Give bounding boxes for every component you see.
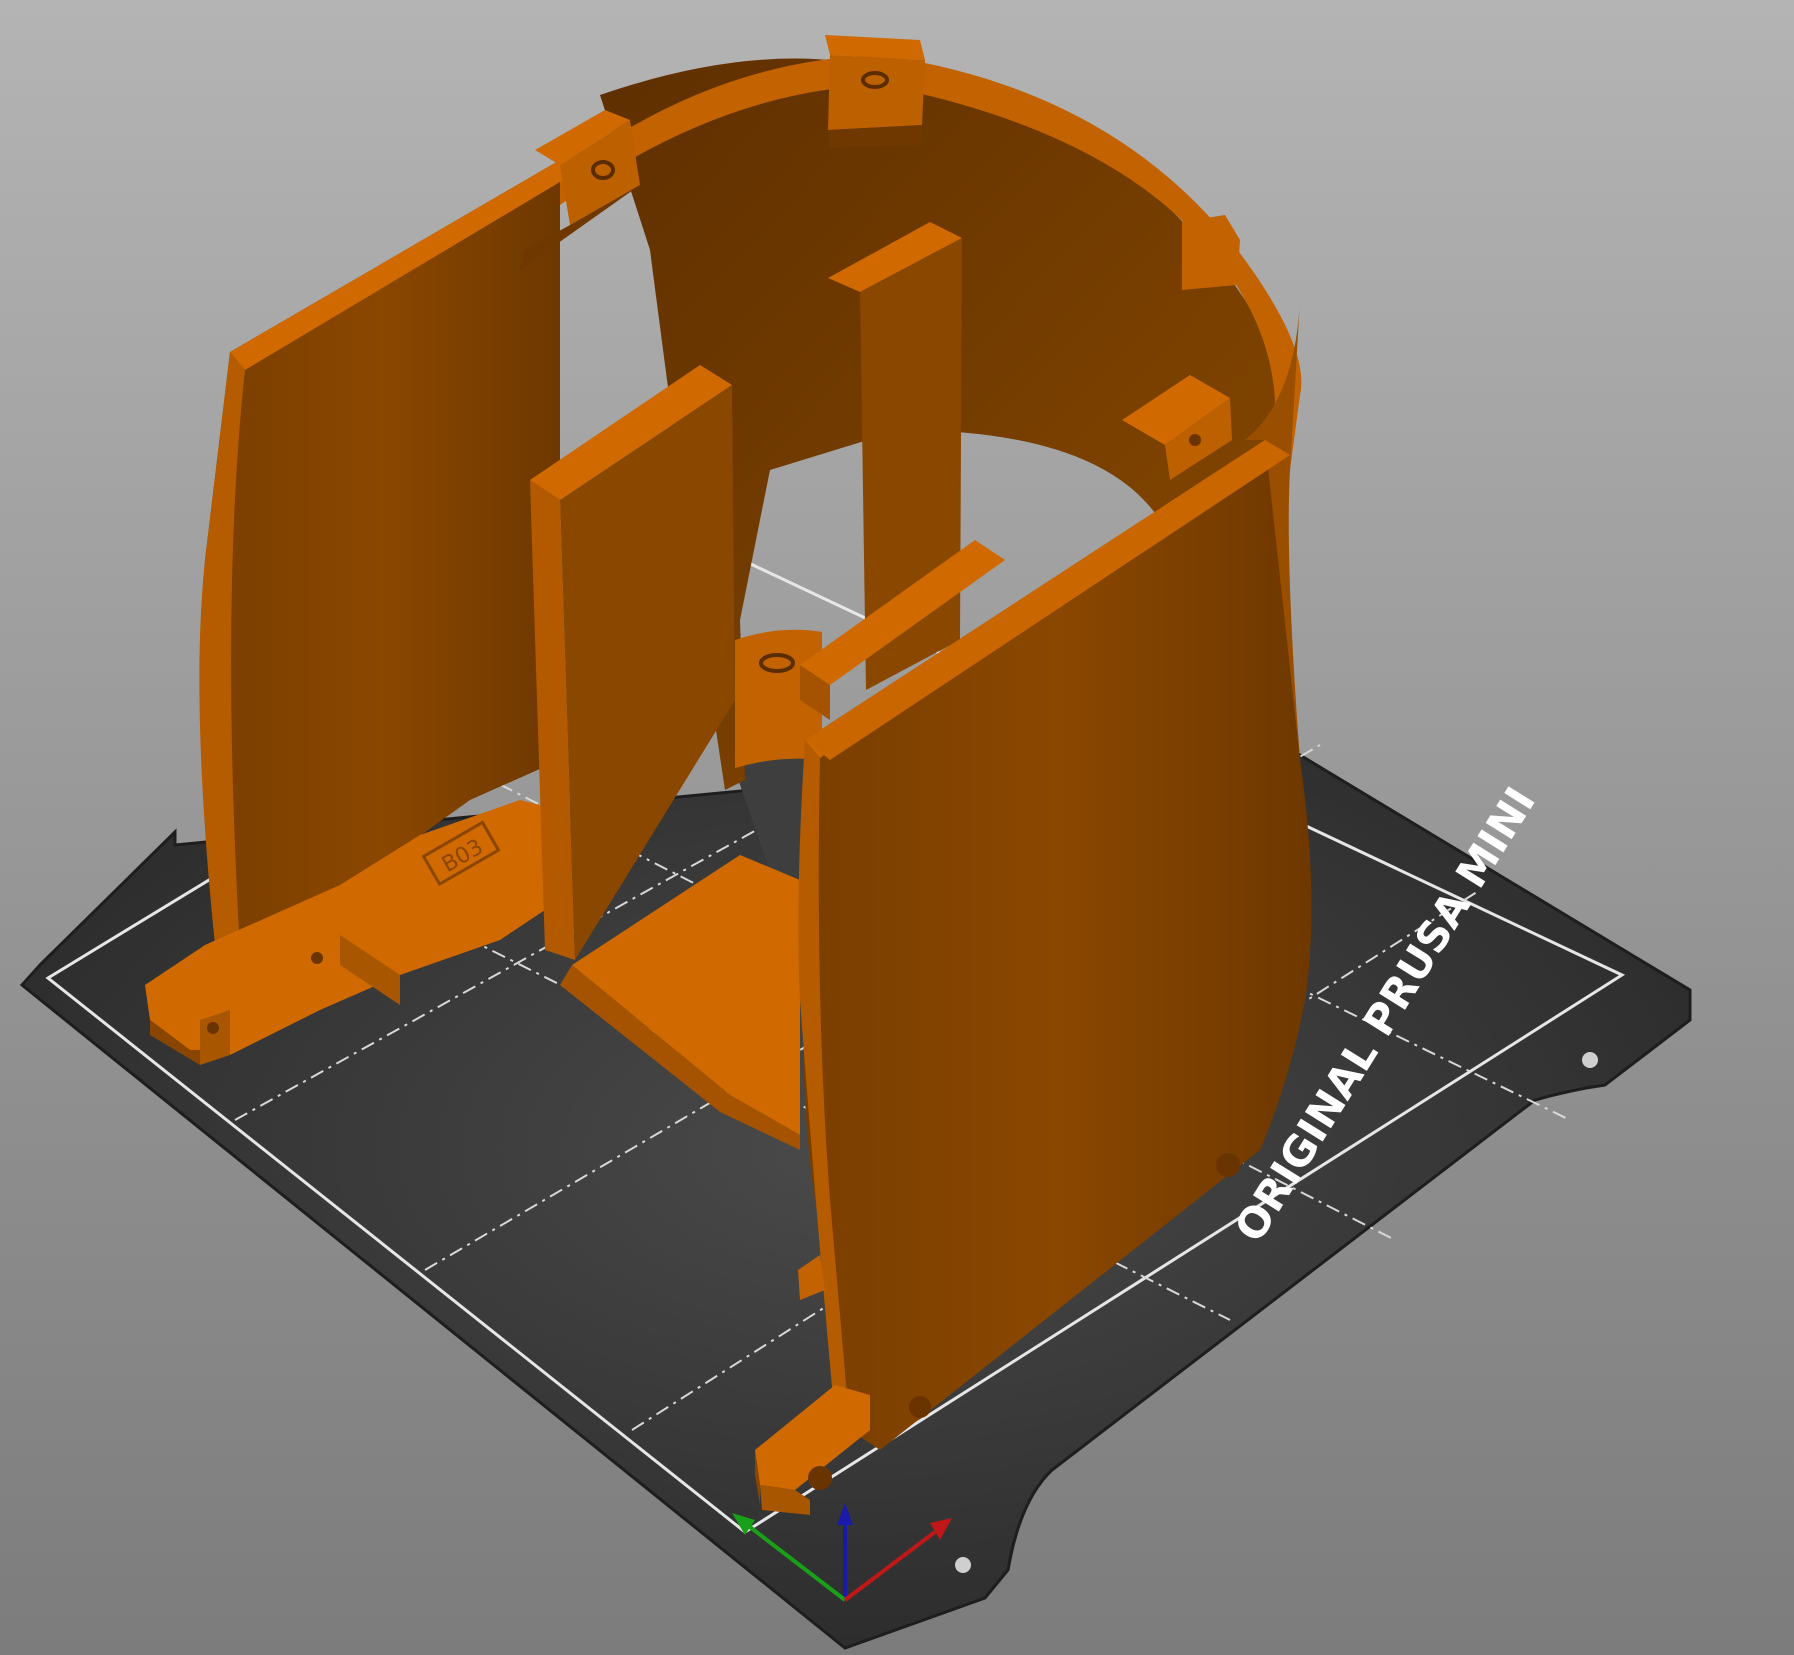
bed-hole [1582,1052,1598,1068]
bed-hole [955,1557,971,1573]
3d-viewport[interactable]: ORIGINAL PRUSA MINI B03 [0,0,1794,1655]
right-lower-bracket-hole [1189,434,1201,446]
left-foot-hole [207,1022,219,1034]
right-top-bracket [1182,215,1240,290]
scene-canvas[interactable]: ORIGINAL PRUSA MINI B03 [0,0,1794,1655]
left-foot-hole [311,952,323,964]
wall-base-hole [1216,1153,1240,1177]
top-bracket-face [828,55,925,130]
front-foot-hole [808,1466,832,1490]
wall-base-hole [909,1396,931,1418]
